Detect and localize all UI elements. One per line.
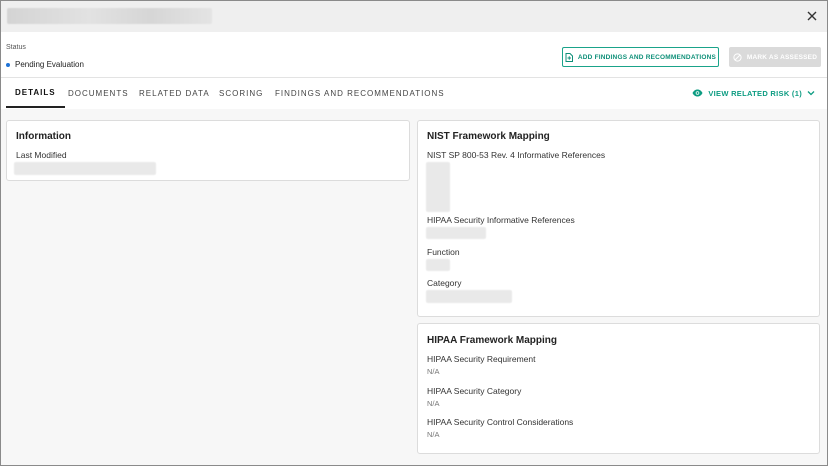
details-content: Information Last Modified NIST Framework… [1,109,827,465]
hipaa-category-label: HIPAA Security Category [427,386,522,396]
status-text: Pending Evaluation [15,60,84,69]
redacted-title [7,8,212,24]
ban-icon [733,52,742,62]
nist-references-label: NIST SP 800-53 Rev. 4 Informative Refere… [427,150,606,160]
close-button[interactable] [803,7,821,25]
hipaa-category-value: N/A [427,399,440,408]
redacted-hipaa-references [426,227,486,239]
redacted-function [426,259,450,271]
redacted-category [426,290,512,303]
tab-related-data[interactable]: RELATED DATA [139,78,210,108]
function-label: Function [427,247,460,257]
document-icon [565,52,573,62]
status-dot [6,62,10,67]
modal-window: Status Pending Evaluation ADD FINDINGS A… [0,0,828,466]
header: Status Pending Evaluation ADD FINDINGS A… [1,32,827,78]
view-related-risk-label: VIEW RELATED RISK (1) [708,88,802,98]
hipaa-requirement-label: HIPAA Security Requirement [427,354,536,364]
view-related-risk-button[interactable]: VIEW RELATED RISK (1) [692,78,815,108]
title-bar [1,1,827,32]
close-icon [807,11,817,21]
tab-documents[interactable]: DOCUMENTS [68,78,129,108]
tab-bar: DETAILS DOCUMENTS RELATED DATA SCORING F… [1,78,827,109]
hipaa-control-label: HIPAA Security Control Considerations [427,417,574,427]
tab-scoring[interactable]: SCORING [219,78,263,108]
mark-as-assessed-button[interactable]: MARK AS ASSESSED [729,47,821,67]
status-value: Pending Evaluation [6,60,84,69]
add-findings-button[interactable]: ADD FINDINGS AND RECOMMENDATIONS [562,47,719,67]
information-card: Information Last Modified [6,120,410,181]
chevron-down-icon [807,91,815,96]
category-label: Category [427,278,462,288]
last-modified-label: Last Modified [16,150,67,160]
hipaa-title: HIPAA Framework Mapping [427,335,558,346]
nist-title: NIST Framework Mapping [427,131,550,142]
hipaa-control-value: N/A [427,430,440,439]
information-title: Information [16,131,71,142]
status-label: Status [6,44,26,51]
nist-framework-card: NIST Framework Mapping NIST SP 800-53 Re… [417,120,820,317]
tab-details[interactable]: DETAILS [6,78,65,108]
add-findings-label: ADD FINDINGS AND RECOMMENDATIONS [577,53,717,61]
hipaa-framework-card: HIPAA Framework Mapping HIPAA Security R… [417,323,820,454]
redacted-nist-references [426,162,450,212]
tab-findings-and-recommendations[interactable]: FINDINGS AND RECOMMENDATIONS [275,78,445,108]
hipaa-requirement-value: N/A [427,367,440,376]
mark-as-assessed-label: MARK AS ASSESSED [746,53,818,61]
redacted-last-modified [14,162,156,175]
hipaa-references-label: HIPAA Security Informative References [427,215,575,225]
eye-icon [692,89,703,97]
